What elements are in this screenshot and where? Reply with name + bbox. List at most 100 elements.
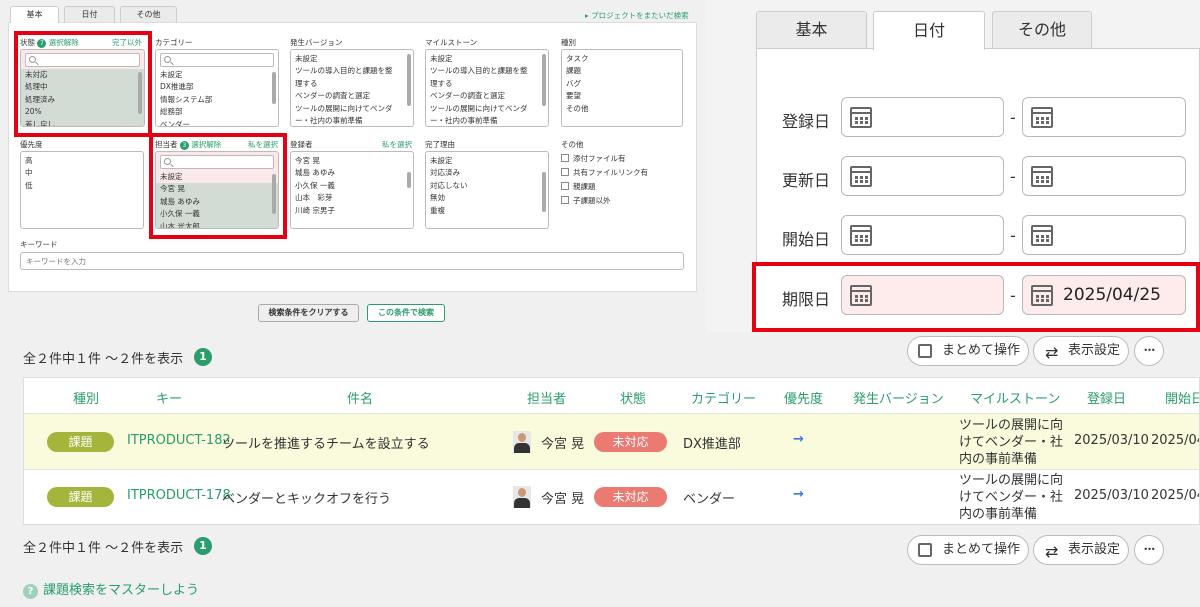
list-item[interactable]: ー・社内の事前準備 [291, 115, 413, 126]
priority-list[interactable]: 高 中 低 [20, 151, 144, 229]
created-to-field[interactable] [1022, 97, 1186, 137]
start-to-field[interactable] [1022, 215, 1186, 255]
column-header[interactable]: カテゴリー [691, 388, 756, 407]
non-child-checkbox[interactable]: 子課題以外 [561, 195, 611, 206]
list-item[interactable]: 重複 [426, 205, 548, 217]
column-header[interactable]: キー [156, 388, 182, 407]
column-header[interactable]: 発生バージョン [853, 388, 944, 407]
display-settings-button-bottom[interactable]: ⇄ 表示設定 [1033, 535, 1129, 565]
avatar [513, 431, 531, 453]
category-list[interactable]: 未設定 DX推進部 情報システム部 総務部 ベンダー [155, 49, 279, 127]
page-badge-bottom[interactable]: 1 [194, 537, 212, 555]
list-item[interactable]: ベンダー [156, 119, 278, 126]
list-item[interactable]: その他 [562, 103, 682, 115]
list-item[interactable]: 未設定 [426, 155, 548, 167]
list-item[interactable]: 未設定 [156, 69, 278, 81]
list-item[interactable]: ー・社内の事前準備 [426, 115, 548, 126]
scrollbar[interactable] [407, 54, 411, 106]
registrant-list[interactable]: 今宮 晃 城島 あゆみ 小久保 一義 山本 彩芽 川崎 宗男子 [290, 151, 414, 229]
table-row[interactable]: 課題 ITPRODUCT-178 ベンダーとキックオフを行う 今宮 晃 未対応 … [24, 469, 1199, 524]
attachment-checkbox[interactable]: 添付ファイル有 [561, 153, 626, 164]
column-header[interactable]: 種別 [73, 388, 99, 407]
column-header[interactable]: 開始日 [1165, 388, 1199, 407]
milestone-value: ツールの展開に向 けてベンダー・社 内の事前準備 [959, 418, 1064, 467]
issue-title-link[interactable]: ツールを推進するチームを設立する [222, 433, 430, 452]
list-item[interactable]: DX推進部 [156, 81, 278, 93]
issue-title-link[interactable]: ベンダーとキックオフを行う [222, 488, 391, 507]
issue-key-link[interactable]: ITPRODUCT-178 [127, 488, 231, 503]
created-date: 2025/03/10 [1074, 433, 1149, 448]
tab-other[interactable]: その他 [992, 11, 1092, 48]
list-item[interactable]: 低 [21, 180, 143, 192]
list-item[interactable]: 理する [426, 78, 548, 90]
list-item[interactable]: ツールの導入目的と課題を整 [291, 65, 413, 77]
column-header[interactable]: 状態 [620, 388, 646, 407]
list-item[interactable]: 川崎 宗男子 [291, 205, 413, 217]
list-item[interactable]: 要望 [562, 90, 682, 102]
updated-from-field[interactable] [841, 156, 1004, 196]
list-item[interactable]: 高 [21, 155, 143, 167]
list-item[interactable]: 城島 あゆみ [291, 167, 413, 179]
scrollbar[interactable] [542, 172, 546, 212]
list-item[interactable]: 中 [21, 167, 143, 179]
column-header[interactable]: 優先度 [784, 388, 823, 407]
bulk-operation-button[interactable]: まとめて操作 [907, 336, 1029, 366]
resolution-list[interactable]: 未設定 対応済み 対応しない 無効 重複 [425, 151, 549, 229]
type-list[interactable]: タスク 課題 バグ 要望 その他 [561, 49, 683, 127]
list-item[interactable]: ベンダーの調査と選定 [291, 90, 413, 102]
clear-conditions-button[interactable]: 検索条件をクリアする [258, 304, 359, 322]
scrollbar[interactable] [272, 72, 276, 104]
more-options-button[interactable]: ••• [1134, 336, 1164, 366]
column-header[interactable]: マイルストーン [970, 388, 1060, 407]
bulk-operation-button-bottom[interactable]: まとめて操作 [907, 535, 1029, 565]
tab-basic[interactable]: 基本 [756, 11, 867, 48]
version-label: 発生バージョン [290, 38, 343, 47]
help-link[interactable]: ? 課題検索をマスターしよう [23, 579, 199, 599]
list-item[interactable]: 対応済み [426, 167, 548, 179]
start-from-field[interactable] [841, 215, 1004, 255]
tab-basic[interactable]: 基本 [10, 6, 59, 23]
list-item[interactable]: ツールの展開に向けてベンダ [426, 103, 548, 115]
cross-project-search-link[interactable]: ▸ プロジェクトをまたいだ検索 [585, 10, 689, 21]
issue-key-link[interactable]: ITPRODUCT-182 [127, 433, 231, 448]
list-item[interactable]: 小久保 一義 [291, 180, 413, 192]
list-item[interactable]: ベンダーの調査と選定 [426, 90, 548, 102]
updated-to-field[interactable] [1022, 156, 1186, 196]
column-header[interactable]: 担当者 [527, 388, 566, 407]
list-item[interactable]: ツールの導入目的と課題を整 [426, 65, 548, 77]
registrant-select-me-link[interactable]: 私を選択 [382, 139, 412, 150]
display-settings-button[interactable]: ⇄ 表示設定 [1033, 336, 1129, 366]
milestone-list[interactable]: 未設定 ツールの導入目的と課題を整 理する ベンダーの調査と選定 ツールの展開に… [425, 49, 549, 127]
keyword-input[interactable] [20, 252, 684, 270]
created-from-field[interactable] [841, 97, 1004, 137]
shared-file-checkbox[interactable]: 共有ファイルリンク有 [561, 167, 648, 178]
category-search-input[interactable] [160, 53, 274, 67]
search-button[interactable]: この条件で検索 [367, 304, 445, 322]
tab-date[interactable]: 日付 [873, 11, 985, 50]
version-list[interactable]: 未設定 ツールの導入目的と課題を整 理する ベンダーの調査と選定 ツールの展開に… [290, 49, 414, 127]
scrollbar[interactable] [407, 172, 411, 188]
tab-date[interactable]: 日付 [64, 6, 115, 23]
list-item[interactable]: ツールの展開に向けてベンダ [291, 103, 413, 115]
list-item[interactable]: 情報システム部 [156, 94, 278, 106]
parent-issue-checkbox[interactable]: 親課題 [561, 181, 596, 192]
column-header[interactable]: 件名 [347, 388, 373, 407]
scrollbar[interactable] [542, 54, 546, 106]
table-row[interactable]: 課題 ITPRODUCT-182 ツールを推進するチームを設立する 今宮 晃 未… [24, 413, 1199, 469]
more-options-button-bottom[interactable]: ••• [1134, 535, 1164, 565]
list-item[interactable]: タスク [562, 53, 682, 65]
list-item[interactable]: 今宮 晃 [291, 155, 413, 167]
list-item[interactable]: 課題 [562, 65, 682, 77]
list-item[interactable]: 無効 [426, 192, 548, 204]
page-badge[interactable]: 1 [194, 348, 212, 366]
list-item[interactable]: 未設定 [291, 53, 413, 65]
list-item[interactable]: 対応しない [426, 180, 548, 192]
list-item[interactable]: 総務部 [156, 106, 278, 118]
tab-other[interactable]: その他 [120, 6, 177, 23]
list-item[interactable]: 山本 彩芽 [291, 192, 413, 204]
priority-arrow-icon: → [793, 487, 804, 502]
column-header[interactable]: 登録日 [1087, 388, 1126, 407]
list-item[interactable]: 未設定 [426, 53, 548, 65]
list-item[interactable]: 理する [291, 78, 413, 90]
list-item[interactable]: バグ [562, 78, 682, 90]
